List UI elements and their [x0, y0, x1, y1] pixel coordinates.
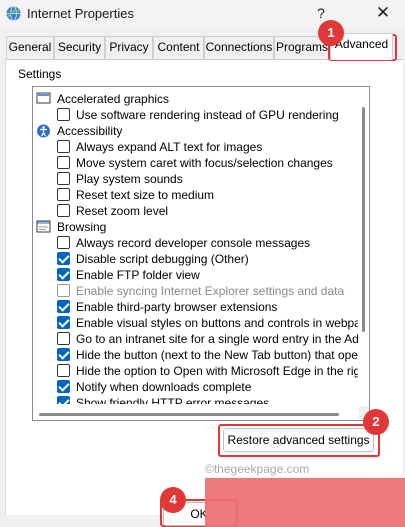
checkbox-expand-alt-text[interactable] — [57, 140, 70, 153]
step-badge-2: 2 — [363, 409, 389, 435]
restore-advanced-settings-button[interactable]: Restore advanced settings — [223, 428, 374, 452]
checkbox-play-system-sounds[interactable] — [57, 172, 70, 185]
checkbox-software-rendering[interactable] — [57, 108, 70, 121]
checkbox-enable-ftp-folder-view[interactable] — [57, 268, 70, 281]
redacted-overlay — [205, 478, 405, 527]
checkbox-reset-text-size[interactable] — [57, 188, 70, 201]
settings-tree: Accelerated graphics Use software render… — [32, 86, 370, 421]
checkbox-friendly-http-errors[interactable] — [57, 396, 70, 404]
title-bar: Internet Properties ? ✕ — [0, 0, 405, 28]
vertical-scroll-thumb[interactable] — [362, 107, 365, 332]
step-badge-4: 4 — [160, 487, 186, 513]
horizontal-scrollbar[interactable] — [33, 406, 359, 420]
settings-list: Accelerated graphics Use software render… — [33, 87, 358, 404]
vertical-scrollbar[interactable] — [359, 87, 369, 404]
step-badge-1: 1 — [318, 20, 344, 46]
checkbox-record-console-messages[interactable] — [57, 236, 70, 249]
watermark-text: ©thegeekpage.com — [205, 462, 310, 476]
checkbox-hide-open-with-edge[interactable] — [57, 364, 70, 377]
tab-security[interactable]: Security — [54, 36, 105, 59]
checkbox-visual-styles[interactable] — [57, 316, 70, 329]
horizontal-scroll-thumb[interactable] — [39, 413, 339, 416]
tab-general[interactable]: General — [6, 36, 54, 59]
checkbox-disable-script-debugging[interactable] — [57, 252, 70, 265]
checkbox-hide-new-tab-button[interactable] — [57, 348, 70, 361]
checkbox-notify-downloads[interactable] — [57, 380, 70, 393]
close-button[interactable]: ✕ — [372, 2, 394, 24]
checkbox-move-system-caret[interactable] — [57, 156, 70, 169]
monitor-icon — [36, 92, 51, 104]
tab-connections[interactable]: Connections — [204, 36, 274, 59]
settings-label: Settings — [18, 67, 62, 81]
window-title: Internet Properties — [27, 6, 134, 21]
browser-window-icon — [36, 220, 51, 233]
checkbox-enable-syncing — [57, 284, 70, 297]
checkbox-intranet-single-word[interactable] — [57, 332, 70, 345]
tab-strip: General Security Privacy Content Connect… — [0, 33, 405, 60]
accessibility-icon — [37, 124, 50, 138]
tab-privacy[interactable]: Privacy — [105, 36, 153, 59]
checkbox-reset-zoom-level[interactable] — [57, 204, 70, 217]
checkbox-third-party-extensions[interactable] — [57, 300, 70, 313]
tab-content[interactable]: Content — [153, 36, 204, 59]
internet-globe-icon — [6, 6, 21, 21]
